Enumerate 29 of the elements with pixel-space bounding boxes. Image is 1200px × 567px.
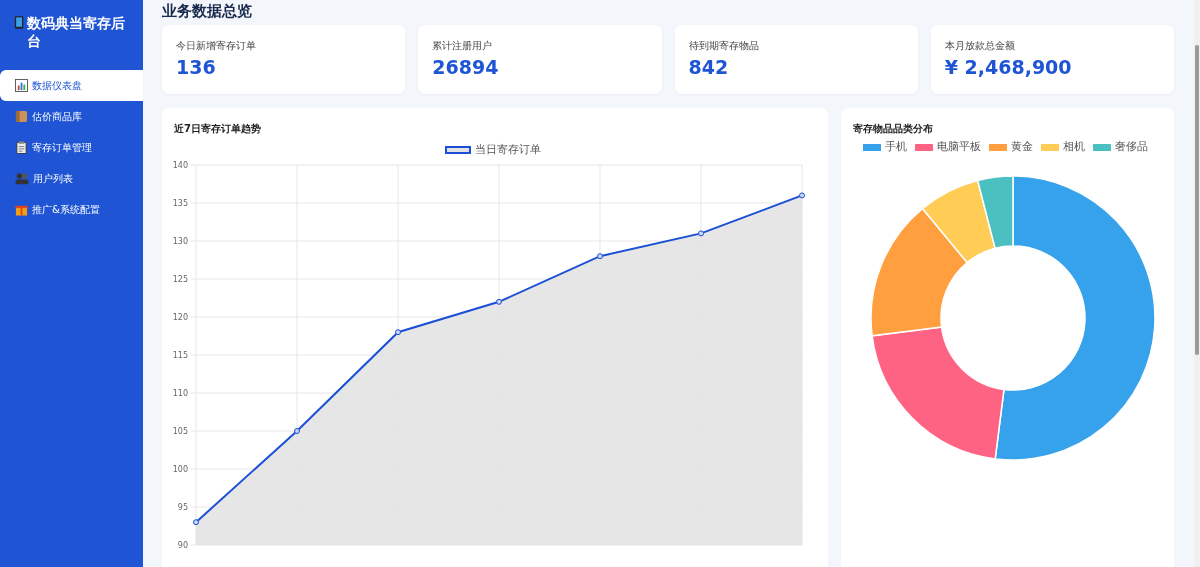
- axis-tick-label: 100: [172, 465, 188, 474]
- legend-label: 当日寄存订单: [475, 143, 541, 157]
- stat-label: 今日新增寄存订单: [176, 39, 257, 53]
- axis-tick-label: 130: [172, 237, 188, 246]
- stat-value: 136: [176, 56, 217, 78]
- stat-value: ¥ 2,468,900: [944, 56, 1073, 78]
- legend-label: 电脑平板: [937, 140, 981, 154]
- stat-label: 本月放款总金额: [944, 39, 1016, 53]
- axis-tick-label: 115: [172, 351, 188, 360]
- legend-label: 相机: [1063, 140, 1085, 154]
- axis-tick-label: 140: [172, 161, 188, 170]
- axis-tick-label: 120: [172, 313, 188, 322]
- stat-value: 842: [688, 56, 730, 78]
- stat-value: 26894: [432, 56, 500, 78]
- legend-label: 黄金: [1011, 140, 1033, 154]
- page-title: 业务数据总览: [162, 2, 253, 20]
- axis-tick-label: 135: [172, 199, 188, 208]
- app-title: 数码典当寄存后台: [27, 14, 127, 50]
- axis-tick-label: 105: [172, 427, 188, 436]
- axis-tick-label: 95: [177, 503, 188, 512]
- stat-label: 待到期寄存物品: [688, 39, 760, 53]
- stat-label: 累计注册用户: [432, 39, 494, 53]
- axis-tick-label: 90: [177, 541, 188, 550]
- axis-tick-label: 125: [172, 275, 188, 284]
- chart-title: 寄存物品品类分布: [853, 122, 934, 136]
- legend-label: 奢侈品: [1115, 140, 1148, 154]
- axis-tick-label: 110: [172, 389, 188, 398]
- legend-label: 手机: [885, 140, 907, 154]
- chart-title: 近7日寄存订单趋势: [174, 122, 262, 136]
